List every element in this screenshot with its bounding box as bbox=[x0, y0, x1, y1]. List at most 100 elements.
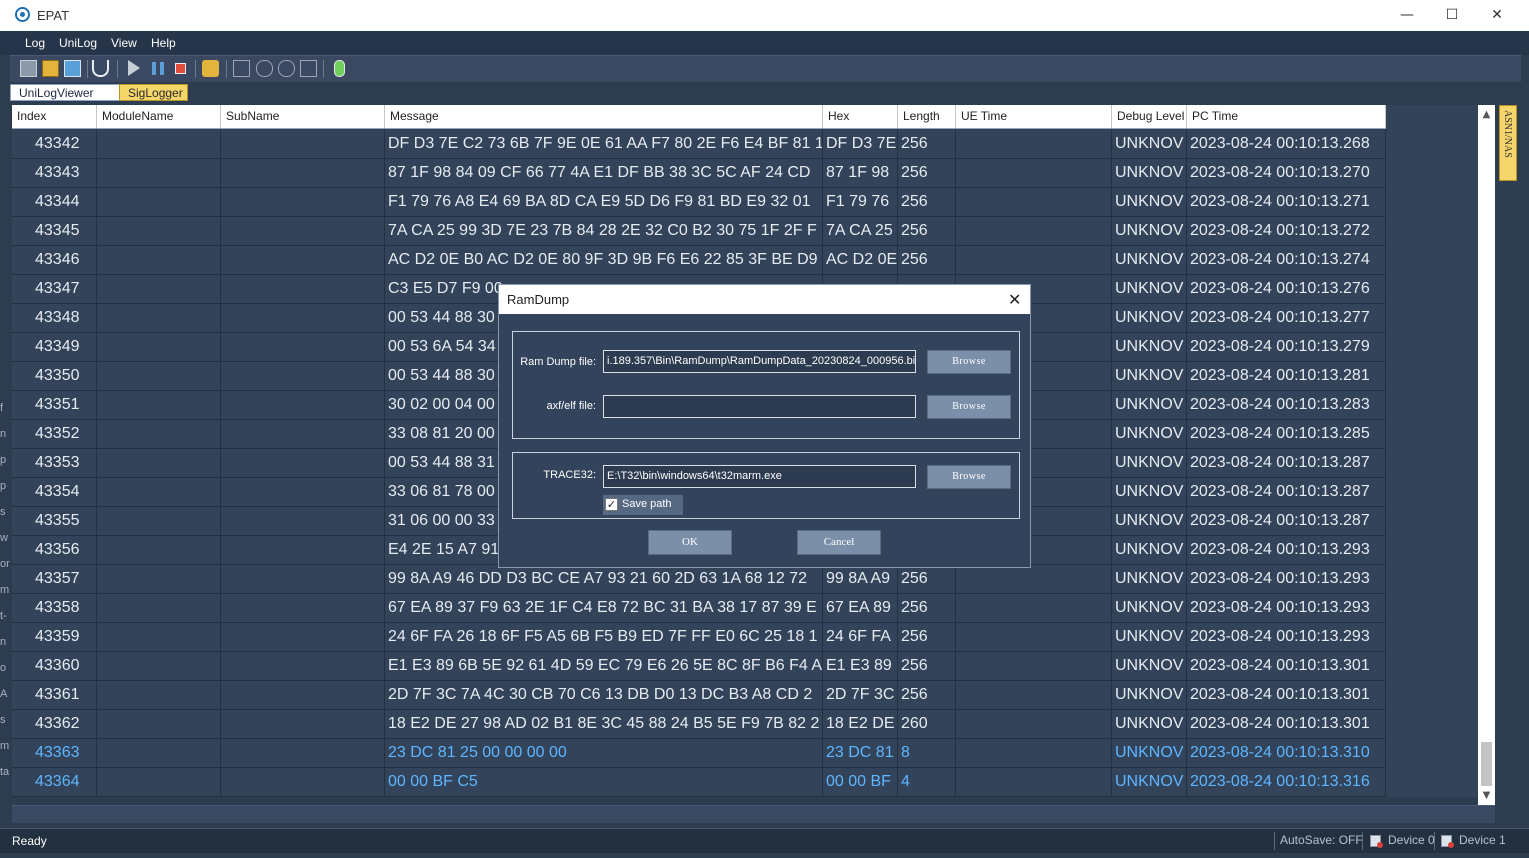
column-header-length[interactable]: Length bbox=[898, 105, 956, 128]
open-folder-icon[interactable] bbox=[20, 60, 37, 77]
cell-index: 43362 bbox=[12, 709, 97, 738]
cell-modulename bbox=[97, 477, 221, 506]
browse-trace32-button[interactable]: Browse bbox=[927, 465, 1011, 489]
trace32-input[interactable]: E:\T32\bin\windows64\t32marm.exe bbox=[603, 465, 916, 488]
cell-modulename bbox=[97, 361, 221, 390]
cell-hex: 2D 7F 3C bbox=[823, 680, 898, 709]
clear-icon[interactable] bbox=[202, 60, 219, 77]
menu-view[interactable]: View bbox=[111, 36, 137, 50]
cell-pctime: 2023-08-24 00:10:13.276 bbox=[1187, 274, 1386, 303]
cell-modulename bbox=[97, 535, 221, 564]
cell-message: 99 8A A9 46 DD D3 BC CE A7 93 21 60 2D 6… bbox=[385, 564, 823, 593]
table-row[interactable]: 43362 18 E2 DE 27 98 AD 02 B1 8E 3C 45 88… bbox=[12, 709, 1386, 739]
table-row[interactable]: 43358 67 EA 89 37 F9 63 2E 1F C4 E8 72 BC… bbox=[12, 593, 1386, 623]
scrollbar-thumb[interactable] bbox=[1481, 742, 1492, 786]
cell-debuglevel: UNKNOV bbox=[1112, 361, 1187, 390]
horizontal-scrollbar[interactable] bbox=[12, 805, 1495, 823]
cell-modulename bbox=[97, 274, 221, 303]
column-header-modulename[interactable]: ModuleName bbox=[97, 105, 221, 128]
column-header-subname[interactable]: SubName bbox=[221, 105, 385, 128]
save-path-check-icon[interactable]: ✓ bbox=[605, 498, 618, 511]
cell-pctime: 2023-08-24 00:10:13.301 bbox=[1187, 651, 1386, 680]
cell-index: 43355 bbox=[12, 506, 97, 535]
column-header-uetime[interactable]: UE Time bbox=[956, 105, 1112, 128]
cell-modulename bbox=[97, 390, 221, 419]
table-row[interactable]: 43357 99 8A A9 46 DD D3 BC CE A7 93 21 60… bbox=[12, 564, 1386, 594]
left-edge-panel: f n p p s w or m t-n o As m ta bbox=[0, 402, 10, 778]
cell-debuglevel: UNKNOV bbox=[1112, 709, 1187, 738]
database-icon[interactable] bbox=[64, 60, 81, 77]
status-device-1[interactable]: Device 1 bbox=[1459, 833, 1506, 847]
browse-axf-button[interactable]: Browse bbox=[927, 395, 1011, 419]
cell-length: 256 bbox=[898, 680, 956, 709]
column-header-hex[interactable]: Hex bbox=[823, 105, 898, 128]
table-row[interactable]: 43359 24 6F FA 26 18 6F F5 A5 6B F5 B9 ED… bbox=[12, 622, 1386, 652]
last-page-icon[interactable] bbox=[300, 60, 317, 77]
cell-pctime: 2023-08-24 00:10:13.316 bbox=[1187, 767, 1386, 796]
scroll-down-icon[interactable]: ▼ bbox=[1478, 788, 1495, 804]
cell-debuglevel: UNKNOV bbox=[1112, 129, 1187, 158]
cell-pctime: 2023-08-24 00:10:13.301 bbox=[1187, 709, 1386, 738]
cell-uetime bbox=[956, 651, 1112, 680]
table-row[interactable]: 43346 AC D2 0E B0 AC D2 0E 80 9F 3D 9B F6… bbox=[12, 245, 1386, 275]
table-row[interactable]: 43342 DF D3 7E C2 73 6B 7F 9E 0E 61 AA F7… bbox=[12, 129, 1386, 159]
cell-pctime: 2023-08-24 00:10:13.270 bbox=[1187, 158, 1386, 187]
browse-ramdump-button[interactable]: Browse bbox=[927, 350, 1011, 374]
table-row[interactable]: 43364 00 00 BF C5 00 00 BF 4 UNKNOV 2023-08-2… bbox=[12, 767, 1386, 797]
save-file-icon[interactable] bbox=[42, 60, 59, 77]
cell-modulename bbox=[97, 303, 221, 332]
minimize-button[interactable]: — bbox=[1397, 6, 1417, 24]
status-device-0[interactable]: Device 0 bbox=[1388, 833, 1435, 847]
vertical-scrollbar[interactable]: ▲ ▼ bbox=[1478, 105, 1495, 805]
cell-subname bbox=[221, 129, 385, 158]
menu-unilog[interactable]: UniLog bbox=[59, 36, 97, 50]
play-icon[interactable] bbox=[128, 60, 140, 76]
cell-index: 43353 bbox=[12, 448, 97, 477]
cell-modulename bbox=[97, 506, 221, 535]
tab-siglogger[interactable]: SigLogger bbox=[119, 84, 188, 101]
menu-log[interactable]: Log bbox=[25, 36, 45, 50]
stop-icon[interactable] bbox=[175, 63, 186, 74]
table-row[interactable]: 43363 23 DC 81 25 00 00 00 00 23 DC 81 8 UNK… bbox=[12, 738, 1386, 768]
dialog-close-icon[interactable]: ✕ bbox=[1008, 290, 1021, 309]
side-tab-asn1-nas[interactable]: ASN1/NAS bbox=[1499, 105, 1517, 181]
table-row[interactable]: 43361 2D 7F 3C 7A 4C 30 CB 70 C6 13 DB D0… bbox=[12, 680, 1386, 710]
cell-debuglevel: UNKNOV bbox=[1112, 216, 1187, 245]
cell-subname bbox=[221, 303, 385, 332]
cell-uetime bbox=[956, 216, 1112, 245]
table-row[interactable]: 43345 7A CA 25 99 3D 7E 23 7B 84 28 2E 32… bbox=[12, 216, 1386, 246]
ramdump-file-label: Ram Dump file: bbox=[520, 356, 596, 368]
cell-subname bbox=[221, 390, 385, 419]
save-path-label: Save path bbox=[622, 498, 672, 510]
save-path-checkbox[interactable]: ✓ Save path bbox=[603, 495, 683, 515]
table-row[interactable]: 43343 87 1F 98 84 09 CF 66 77 4A E1 DF BB… bbox=[12, 158, 1386, 188]
close-window-button[interactable]: ✕ bbox=[1487, 6, 1507, 24]
first-page-icon[interactable] bbox=[233, 60, 250, 77]
menu-bar: Log UniLog View Help bbox=[0, 31, 1529, 55]
previous-icon[interactable] bbox=[256, 60, 273, 77]
device-connect-icon[interactable] bbox=[334, 60, 345, 77]
next-icon[interactable] bbox=[278, 60, 295, 77]
cancel-button[interactable]: Cancel bbox=[797, 530, 881, 555]
cell-index: 43360 bbox=[12, 651, 97, 680]
ok-button[interactable]: OK bbox=[648, 530, 732, 555]
axf-elf-file-input[interactable] bbox=[603, 395, 916, 418]
pause-icon[interactable] bbox=[152, 62, 164, 75]
column-header-index[interactable]: Index bbox=[12, 105, 97, 128]
ramdump-file-input[interactable]: i.189.357\Bin\RamDump\RamDumpData_202308… bbox=[603, 350, 916, 373]
close-tab-icon[interactable]: ✕ bbox=[108, 84, 119, 99]
table-row[interactable]: 43344 F1 79 76 A8 E4 69 BA 8D CA E9 5D D6… bbox=[12, 187, 1386, 217]
column-header-message[interactable]: Message bbox=[385, 105, 823, 128]
tab-unilogviewer[interactable]: UniLogViewer bbox=[10, 84, 120, 101]
cell-message: 18 E2 DE 27 98 AD 02 B1 8E 3C 45 88 24 B… bbox=[385, 709, 823, 738]
cell-index: 43357 bbox=[12, 564, 97, 593]
table-row[interactable]: 43360 E1 E3 89 6B 5E 92 61 4D 59 EC 79 E6… bbox=[12, 651, 1386, 681]
cell-modulename bbox=[97, 419, 221, 448]
maximize-button[interactable]: ☐ bbox=[1442, 6, 1462, 24]
column-header-debuglevel[interactable]: Debug Level bbox=[1112, 105, 1187, 128]
filter-icon[interactable] bbox=[92, 60, 109, 77]
menu-help[interactable]: Help bbox=[151, 36, 176, 50]
scroll-up-icon[interactable]: ▲ bbox=[1478, 107, 1495, 123]
column-header-pctime[interactable]: PC Time bbox=[1187, 105, 1386, 128]
cell-subname bbox=[221, 738, 385, 767]
